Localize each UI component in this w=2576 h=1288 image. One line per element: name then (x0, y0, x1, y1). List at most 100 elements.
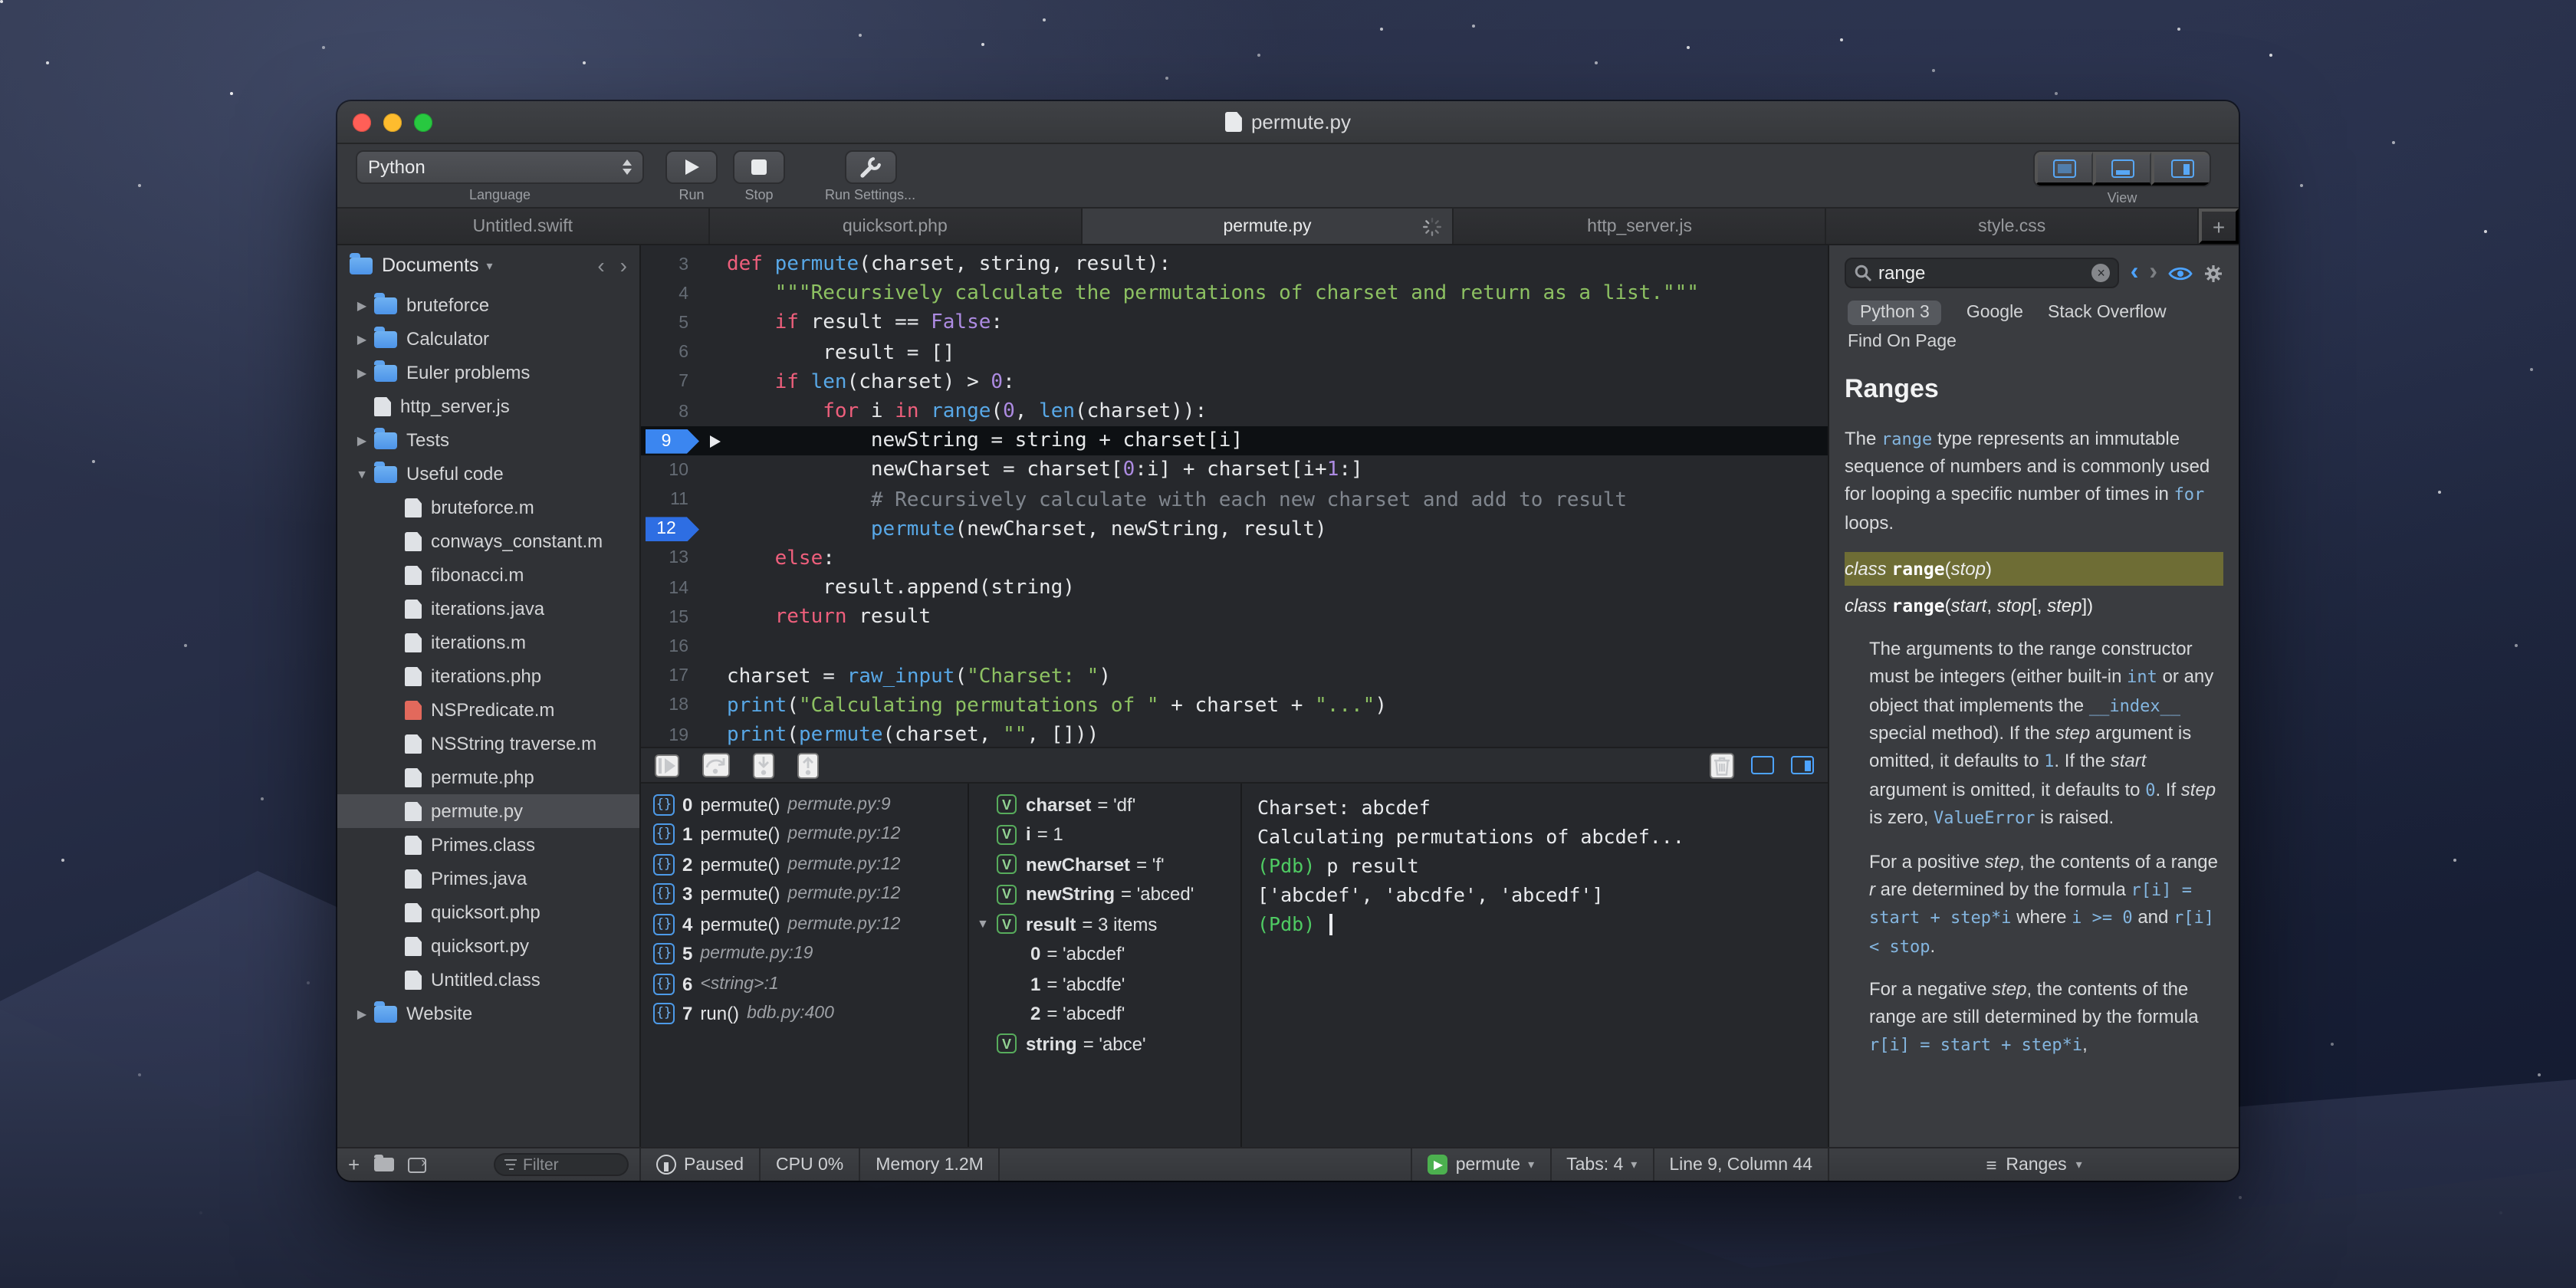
code-line-9[interactable]: 9 newString = string + charset[i] (641, 426, 1828, 456)
code-line-6[interactable]: 6 result = [] (641, 338, 1828, 367)
variable-string[interactable]: Vstring = 'abce' (969, 1029, 1240, 1059)
filter-input[interactable]: Filter (494, 1153, 629, 1176)
sidebar-item-conways_constant.m[interactable]: conways_constant.m (337, 524, 639, 558)
code-line-14[interactable]: 14 result.append(string) (641, 573, 1828, 603)
sidebar-header[interactable]: Documents ▾ ‹ › (337, 245, 639, 285)
stack-frame-3[interactable]: {} 3 permute() permute.py:12 (641, 879, 968, 909)
stack-frame-1[interactable]: {} 1 permute() permute.py:12 (641, 820, 968, 849)
sidebar-item-Primes.class[interactable]: Primes.class (337, 828, 639, 862)
console-output[interactable]: Charset: abcdef Calculating permutations … (1242, 784, 1828, 1147)
cursor-position[interactable]: Line 9, Column 44 (1654, 1148, 1828, 1181)
step-into-button[interactable] (753, 752, 774, 778)
add-file-button[interactable]: + (348, 1155, 360, 1175)
sidebar-item-http_server.js[interactable]: http_server.js (337, 389, 639, 423)
variable-0[interactable]: 0 = 'abcdef' (969, 939, 1240, 969)
window-titlebar[interactable]: permute.py (337, 101, 2239, 144)
variable-2[interactable]: 2 = 'abcedf' (969, 999, 1240, 1029)
docs-forward-button[interactable]: › (2149, 260, 2157, 285)
close-button[interactable] (353, 113, 371, 131)
tabs-size-select[interactable]: Tabs: 4 ▾ (1551, 1148, 1652, 1181)
code-line-11[interactable]: 11 # Recursively calculate with each new… (641, 485, 1828, 514)
tab-style.css[interactable]: style.css (1826, 209, 2199, 244)
sidebar-item-Tests[interactable]: ▶ Tests (337, 423, 639, 457)
sidebar-item-iterations.m[interactable]: iterations.m (337, 626, 639, 659)
run-button[interactable] (665, 150, 718, 184)
sidebar-item-quicksort.php[interactable]: quicksort.php (337, 895, 639, 929)
breakpoint-indicator[interactable]: 12 (646, 517, 699, 542)
code-line-4[interactable]: 4 """Recursively calculate the permutati… (641, 279, 1828, 308)
reveal-file-button[interactable] (407, 1154, 426, 1172)
step-over-button[interactable] (702, 753, 730, 777)
docs-back-button[interactable]: ‹ (2131, 260, 2139, 285)
view-sidebar-button[interactable] (2151, 152, 2210, 186)
sidebar-item-bruteforce[interactable]: ▶ bruteforce (337, 288, 639, 322)
minimize-button[interactable] (383, 113, 402, 131)
docs-mode-select[interactable]: ≡ Ranges ▾ (1828, 1148, 2239, 1181)
sidebar-item-NSString traverse.m[interactable]: NSString traverse.m (337, 727, 639, 761)
code-line-16[interactable]: 16 (641, 632, 1828, 662)
disclosure-triangle-icon[interactable]: ▶ (350, 332, 374, 346)
disclosure-triangle-icon[interactable]: ▶ (350, 1007, 374, 1020)
run-settings-button[interactable] (844, 150, 897, 184)
sidebar-item-bruteforce.m[interactable]: bruteforce.m (337, 491, 639, 524)
stack-frame-4[interactable]: {} 4 permute() permute.py:12 (641, 909, 968, 939)
stop-button[interactable] (733, 150, 785, 184)
code-line-12[interactable]: 12 permute(newCharset, newString, result… (641, 514, 1828, 544)
sidebar-item-permute.py[interactable]: permute.py (337, 794, 639, 828)
variable-newString[interactable]: VnewString = 'abced' (969, 879, 1240, 909)
docs-tab-Google[interactable]: Google (1967, 304, 2023, 322)
sidebar-back-button[interactable]: ‹ (597, 255, 604, 276)
variable-1[interactable]: 1 = 'abcdfe' (969, 969, 1240, 999)
sidebar-item-Euler problems[interactable]: ▶ Euler problems (337, 356, 639, 389)
docs-tab-Find On Page[interactable]: Find On Page (1848, 333, 1957, 351)
disclosure-triangle-icon[interactable]: ▶ (350, 366, 374, 380)
continue-button[interactable] (655, 754, 679, 777)
breakpoint-indicator[interactable]: 9 (646, 429, 699, 454)
zoom-button[interactable] (414, 113, 432, 131)
view-editor-button[interactable] (2035, 152, 2093, 186)
code-line-7[interactable]: 7 if len(charset) > 0: (641, 368, 1828, 397)
language-select[interactable]: Python (356, 150, 644, 184)
sidebar-item-Untitled.class[interactable]: Untitled.class (337, 963, 639, 997)
run-target-select[interactable]: permute ▾ (1413, 1148, 1549, 1181)
code-line-18[interactable]: 18 print("Calculating permutations of " +… (641, 692, 1828, 721)
stack-frame-6[interactable]: {} 6 <string>:1 (641, 969, 968, 999)
sidebar-item-permute.php[interactable]: permute.php (337, 761, 639, 794)
tab-http_server.js[interactable]: http_server.js (1454, 209, 1827, 244)
code-line-3[interactable]: 3 def permute(charset, string, result): (641, 250, 1828, 279)
stack-frame-2[interactable]: {} 2 permute() permute.py:12 (641, 849, 968, 879)
sidebar-item-Primes.java[interactable]: Primes.java (337, 862, 639, 895)
variable-newCharset[interactable]: VnewCharset = 'f' (969, 849, 1240, 879)
variable-result[interactable]: ▼ Vresult = 3 items (969, 909, 1240, 939)
code-line-10[interactable]: 10 newCharset = charset[0:i] + charset[i… (641, 456, 1828, 485)
view-console-button[interactable] (2093, 152, 2151, 186)
code-line-5[interactable]: 5 if result == False: (641, 309, 1828, 338)
sidebar-forward-button[interactable]: › (620, 255, 627, 276)
tab-permute.py[interactable]: permute.py (1082, 209, 1454, 244)
disclosure-triangle-icon[interactable]: ▶ (350, 433, 374, 447)
debug-status[interactable]: Paused (641, 1148, 759, 1181)
tab-Untitled.swift[interactable]: Untitled.swift (337, 209, 710, 244)
new-tab-button[interactable]: + (2199, 209, 2239, 244)
eye-icon[interactable] (2168, 264, 2193, 281)
sidebar-item-Calculator[interactable]: ▶ Calculator (337, 322, 639, 356)
docs-search-input[interactable]: range × (1845, 258, 2120, 288)
code-line-13[interactable]: 13 else: (641, 544, 1828, 573)
code-line-15[interactable]: 15 return result (641, 603, 1828, 632)
sidebar-item-quicksort.py[interactable]: quicksort.py (337, 929, 639, 963)
variable-charset[interactable]: Vcharset = 'df' (969, 790, 1240, 820)
toggle-docs-panel-button[interactable] (1791, 756, 1814, 774)
disclosure-triangle-icon[interactable]: ▼ (977, 918, 989, 932)
stack-frame-5[interactable]: {} 5 permute.py:19 (641, 939, 968, 969)
stack-frame-0[interactable]: {} 0 permute() permute.py:9 (641, 790, 968, 820)
clear-search-button[interactable]: × (2091, 264, 2111, 282)
tab-quicksort.php[interactable]: quicksort.php (709, 209, 1083, 244)
docs-tab-Stack Overflow[interactable]: Stack Overflow (2048, 304, 2167, 322)
clear-console-button[interactable] (1710, 752, 1734, 778)
new-folder-button[interactable] (373, 1154, 394, 1171)
docs-tab-Python 3[interactable]: Python 3 (1848, 301, 1942, 325)
step-out-button[interactable] (797, 752, 819, 778)
code-line-8[interactable]: 8 for i in range(0, len(charset)): (641, 397, 1828, 426)
sidebar-item-NSPredicate.m[interactable]: NSPredicate.m (337, 693, 639, 727)
sidebar-item-iterations.java[interactable]: iterations.java (337, 592, 639, 626)
